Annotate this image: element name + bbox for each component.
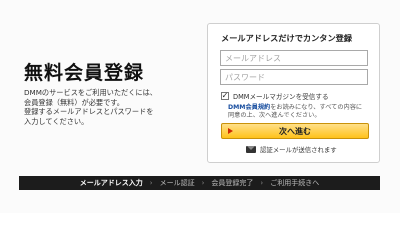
envelope-icon [246,145,256,153]
newsletter-option[interactable]: ✓ DMMメールマガジンを受信する [221,91,329,101]
intro-line: DMMのサービスをご利用いただくには、 [24,88,157,97]
terms-link[interactable]: DMM会員規約 [228,104,270,111]
email-field[interactable] [220,50,368,66]
page-title: 無料会員登録 [24,62,145,84]
mail-note-text: 認証メールが送信されます [260,145,337,154]
step-usage-procedure: ご利用手続きへ [270,179,320,187]
play-arrow-icon [228,128,233,134]
intro-description: DMMのサービスをご利用いただくには、 会員登録（無料）が必要です。 登録するメ… [24,88,194,126]
mail-note: 認証メールが送信されます [246,144,337,154]
terms-notice: DMM会員規約をお読みになり、すべての内容に 同意の上、次へ進んでください。 [228,104,376,120]
terms-line: DMM会員規約をお読みになり、すべての内容に [228,104,376,112]
next-button-label: 次へ進む [279,126,311,136]
terms-text: をお読みになり、すべての内容に [270,104,363,111]
chevron-right-icon: › [201,179,205,187]
progress-steps: メールアドレス入力 › メール認証 › 会員登録完了 › ご利用手続きへ [19,176,380,190]
chevron-right-icon: › [260,179,264,187]
next-button[interactable]: 次へ進む [221,123,369,139]
signup-card: メールアドレスだけでカンタン登録 ✓ DMMメールマガジンを受信する DMM会員… [207,23,380,163]
intro-line: 登録するメールアドレスとパスワードを [24,107,154,117]
step-mail-auth: メール認証 [159,179,195,187]
password-field[interactable] [220,69,368,85]
terms-line: 同意の上、次へ進んでください。 [228,112,321,119]
page-frame: 無料会員登録 DMMのサービスをご利用いただくには、 会員登録（無料）が必要です… [0,0,400,213]
card-title: メールアドレスだけでカンタン登録 [221,33,353,43]
step-email-input: メールアドレス入力 [79,179,143,187]
newsletter-label: DMMメールマガジンを受信する [233,93,329,101]
intro-line: 会員登録（無料）が必要です。 [24,97,124,107]
step-registration-complete: 会員登録完了 [211,179,254,187]
chevron-right-icon: › [149,179,153,187]
newsletter-checkbox[interactable]: ✓ [221,92,229,100]
intro-line: 入力してください。 [24,116,89,126]
